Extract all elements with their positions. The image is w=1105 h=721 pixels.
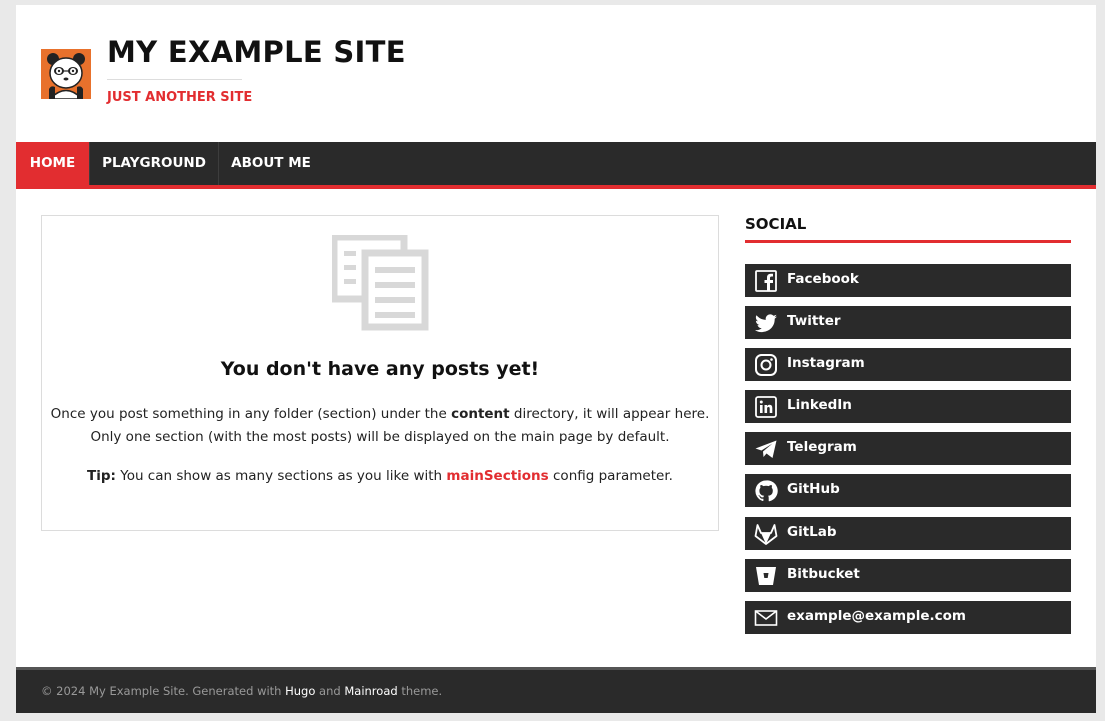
main-sections-link[interactable]: mainSections bbox=[446, 468, 548, 484]
social-label: LinkedIn bbox=[787, 397, 852, 413]
description-text: Once you post something in any folder (s… bbox=[50, 406, 452, 422]
empty-posts-card: You don't have any posts yet! Once you p… bbox=[41, 215, 719, 531]
documents-icon bbox=[332, 235, 429, 331]
twitter-icon bbox=[755, 314, 777, 333]
social-link-bitbucket[interactable]: Bitbucket bbox=[745, 559, 1071, 592]
social-link-linkedin[interactable]: LinkedIn bbox=[745, 390, 1071, 423]
social-widget-title: SOCIAL bbox=[745, 215, 807, 233]
linkedin-icon bbox=[755, 396, 777, 418]
site-tagline: JUST ANOTHER SITE bbox=[107, 90, 253, 105]
social-label: example@example.com bbox=[787, 608, 966, 624]
panda-logo-icon[interactable] bbox=[41, 49, 91, 99]
social-label: GitHub bbox=[787, 481, 840, 497]
footer-text: theme. bbox=[397, 684, 443, 698]
social-link-facebook[interactable]: Facebook bbox=[745, 264, 1071, 297]
gitlab-icon bbox=[754, 524, 778, 545]
social-link-github[interactable]: GitHub bbox=[745, 474, 1071, 507]
social-label: GitLab bbox=[787, 524, 837, 540]
mainroad-link[interactable]: Mainroad bbox=[344, 684, 397, 698]
social-title-underline bbox=[745, 240, 1071, 243]
facebook-icon bbox=[755, 270, 777, 292]
social-link-gitlab[interactable]: GitLab bbox=[745, 517, 1071, 550]
social-label: Bitbucket bbox=[787, 566, 860, 582]
description-text: Only one section (with the most posts) w… bbox=[90, 429, 670, 445]
social-label: Telegram bbox=[787, 439, 857, 455]
social-link-email[interactable]: example@example.com bbox=[745, 601, 1071, 634]
description-text: directory, it will appear here. bbox=[509, 406, 710, 422]
nav-item-about[interactable]: ABOUT ME bbox=[219, 142, 323, 185]
tip-body: You can show as many sections as you lik… bbox=[115, 468, 447, 484]
social-label: Facebook bbox=[787, 271, 859, 287]
tip-text: Tip: You can show as many sections as yo… bbox=[42, 468, 718, 484]
footer-text: and bbox=[315, 684, 345, 698]
main-nav: HOME PLAYGROUND ABOUT ME bbox=[16, 142, 1096, 189]
empty-heading: You don't have any posts yet! bbox=[220, 358, 540, 380]
empty-description: Once you post something in any folder (s… bbox=[42, 403, 718, 449]
instagram-icon bbox=[755, 354, 777, 376]
social-link-telegram[interactable]: Telegram bbox=[745, 432, 1071, 465]
footer-copyright: © 2024 My Example Site. Generated with H… bbox=[41, 670, 442, 712]
nav-item-playground[interactable]: PLAYGROUND bbox=[90, 142, 218, 185]
social-label: Instagram bbox=[787, 355, 865, 371]
tip-body: config parameter. bbox=[548, 468, 673, 484]
nav-item-home[interactable]: HOME bbox=[16, 142, 89, 185]
social-link-twitter[interactable]: Twitter bbox=[745, 306, 1071, 339]
social-link-instagram[interactable]: Instagram bbox=[745, 348, 1071, 381]
site-footer: © 2024 My Example Site. Generated with H… bbox=[16, 667, 1096, 713]
title-divider bbox=[107, 79, 242, 80]
site-title[interactable]: MY EXAMPLE SITE bbox=[107, 35, 406, 69]
mail-icon bbox=[754, 610, 778, 626]
hugo-link[interactable]: Hugo bbox=[285, 684, 315, 698]
page-container: MY EXAMPLE SITE JUST ANOTHER SITE HOME P… bbox=[16, 5, 1096, 713]
content-keyword: content bbox=[451, 406, 510, 422]
social-label: Twitter bbox=[787, 313, 841, 329]
github-icon bbox=[755, 480, 778, 502]
bitbucket-icon bbox=[756, 567, 776, 585]
telegram-icon bbox=[755, 440, 777, 458]
tip-label: Tip: bbox=[87, 468, 116, 484]
footer-text: © 2024 My Example Site. Generated with bbox=[41, 684, 286, 698]
